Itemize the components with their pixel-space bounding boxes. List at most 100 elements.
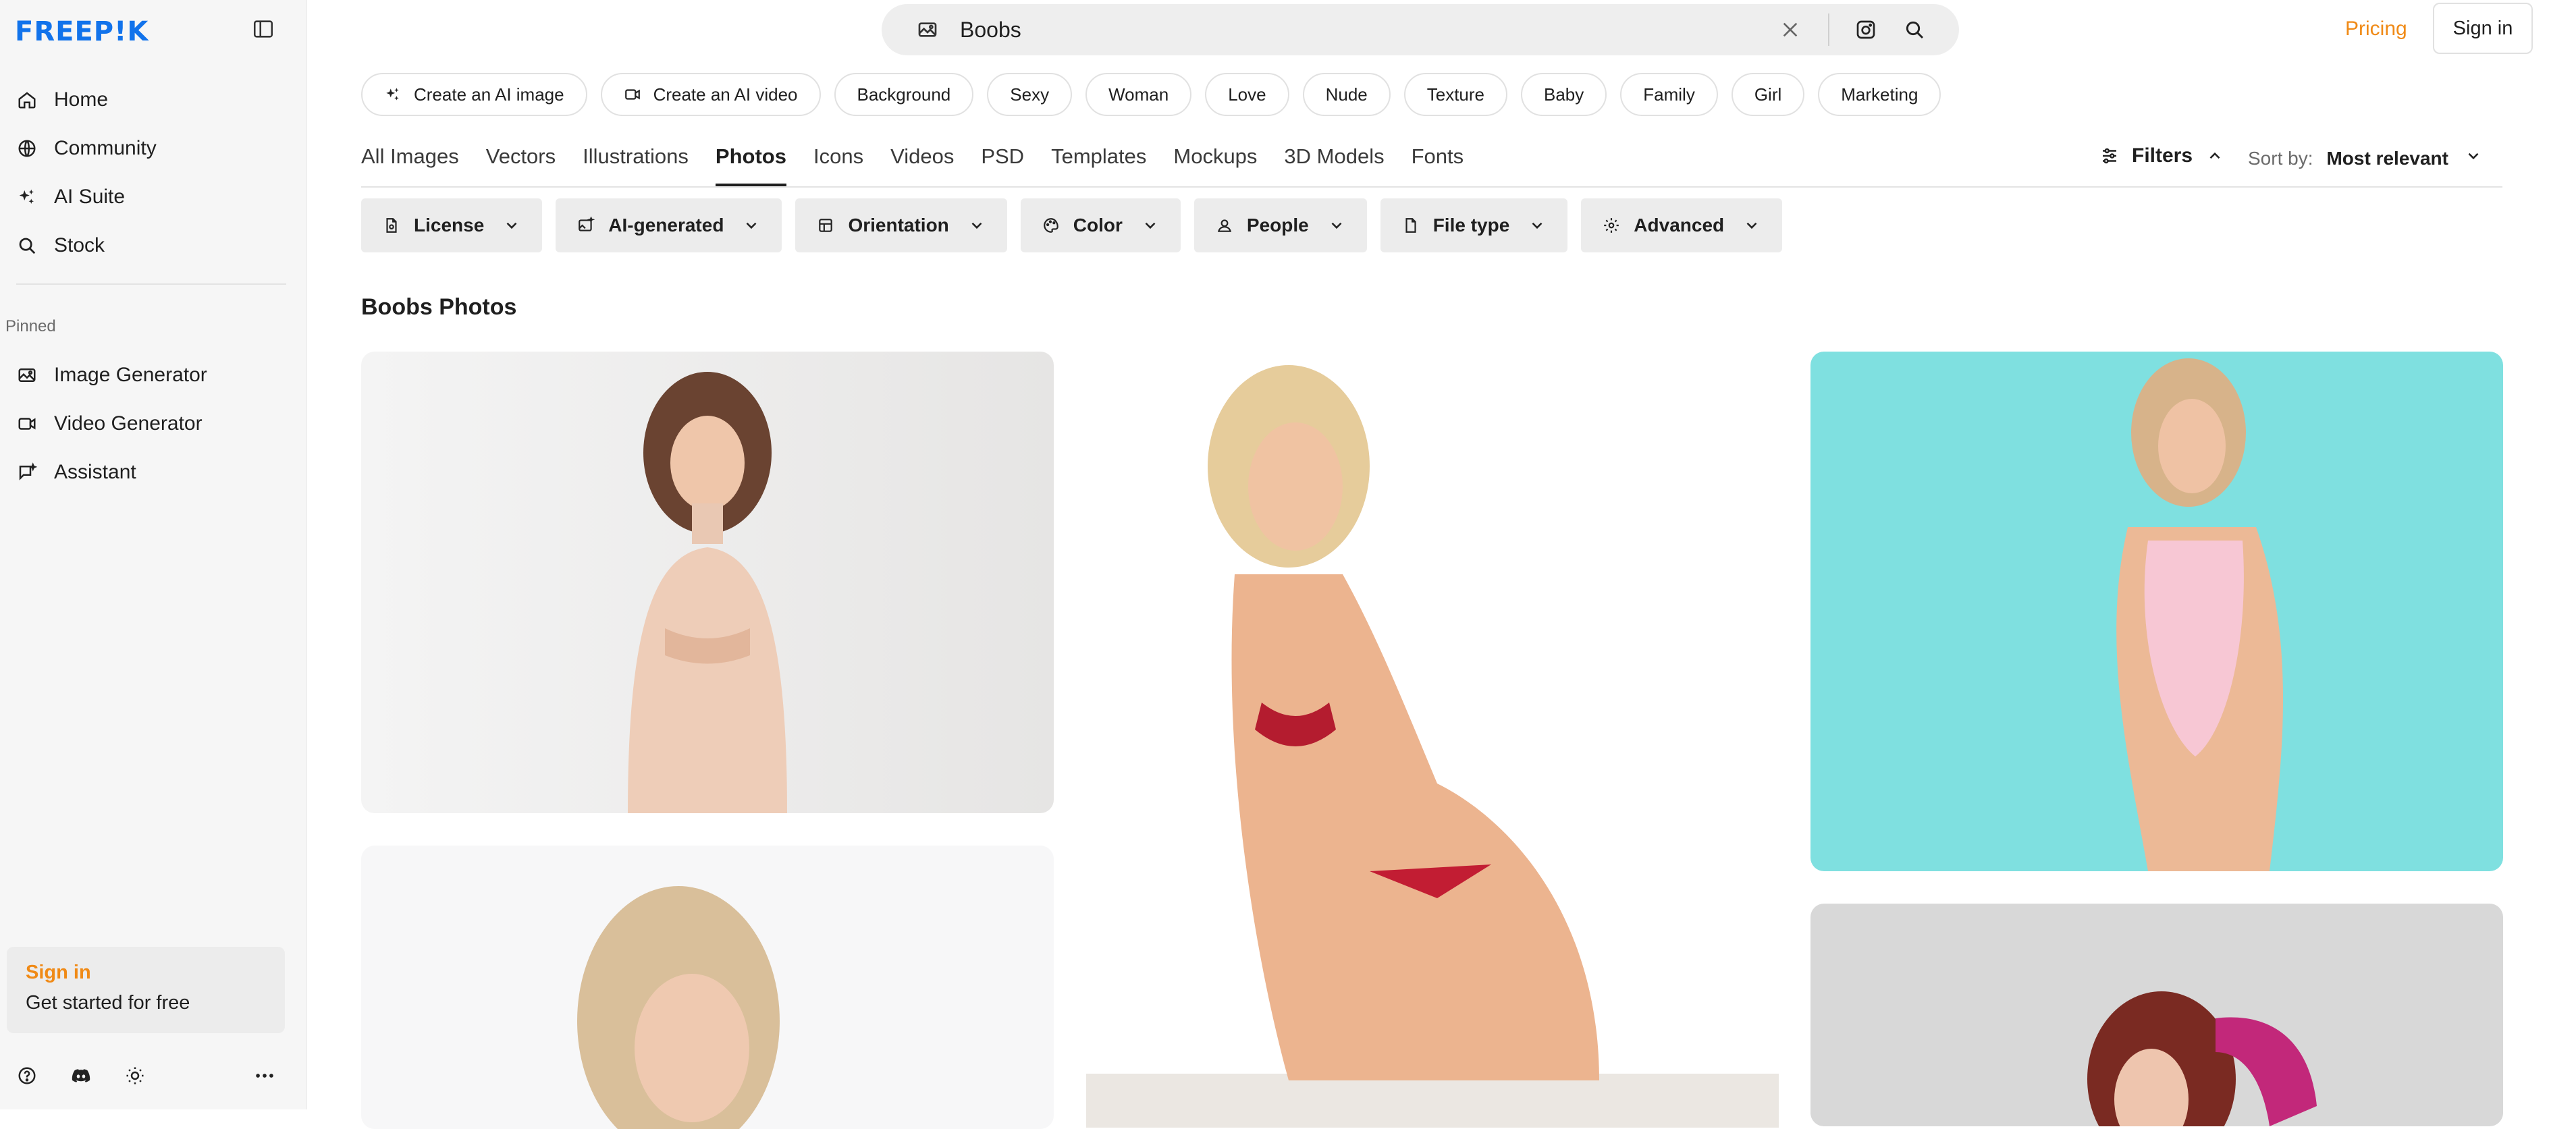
tab-videos[interactable]: Videos (890, 144, 954, 185)
photo-thumbnail (361, 352, 1054, 813)
chevron-down-icon (1528, 217, 1546, 234)
sidebar-item-label: AI Suite (54, 186, 126, 208)
filter-label: License (414, 215, 485, 236)
sidebar-footer (15, 1064, 273, 1088)
tab-photos[interactable]: Photos (715, 144, 787, 186)
sidebar-item-label: Home (54, 88, 109, 111)
filter-orientation[interactable]: Orientation (795, 198, 1007, 252)
sidebar-signin-card[interactable]: Sign in Get started for free (7, 947, 285, 1033)
chevron-down-icon (1142, 217, 1159, 234)
sidebar-toggle-icon[interactable] (252, 18, 275, 40)
sidebar: FREEP!K Home Community AI Suite Stock Pi… (0, 0, 307, 1109)
chip-woman[interactable]: Woman (1085, 73, 1192, 116)
sidebar-item-video-generator[interactable]: Video Generator (0, 400, 307, 448)
filter-color[interactable]: Color (1020, 198, 1181, 252)
sliders-icon (2099, 146, 2120, 166)
globe-icon (16, 138, 38, 159)
search-input[interactable] (959, 16, 1634, 43)
sparkle-icon (16, 186, 38, 208)
help-icon[interactable] (15, 1064, 39, 1088)
sidebar-item-label: Assistant (54, 461, 136, 483)
tab-all-images[interactable]: All Images (361, 144, 459, 185)
pinned-list: Image Generator Video Generator Assistan… (0, 351, 307, 497)
filters-label: Filters (2132, 144, 2193, 167)
sort-label: Sort by: (2248, 147, 2313, 169)
photo-card[interactable] (1086, 352, 1779, 1128)
sidebar-signin-subtitle: Get started for free (26, 992, 190, 1014)
tab-mockups[interactable]: Mockups (1173, 144, 1257, 185)
filter-label: File type (1432, 215, 1510, 236)
chip-create-ai-image[interactable]: Create an AI image (361, 73, 587, 116)
freepik-logo[interactable]: FREEP!K (15, 16, 149, 47)
clear-search-icon[interactable] (1779, 19, 1801, 44)
tab-fonts[interactable]: Fonts (1412, 144, 1464, 185)
theme-sun-icon[interactable] (123, 1064, 147, 1088)
photo-card[interactable] (1810, 904, 2503, 1126)
filter-label: Orientation (848, 215, 949, 236)
chevron-down-icon (743, 217, 760, 234)
filter-dropdowns: License AI-generated Orientation Color P… (361, 198, 1783, 252)
sidebar-item-stock[interactable]: Stock (0, 221, 307, 270)
more-options-icon[interactable] (252, 1064, 277, 1088)
filter-advanced[interactable]: Advanced (1581, 198, 1783, 252)
chip-baby[interactable]: Baby (1521, 73, 1607, 116)
chevron-up-icon (2206, 147, 2224, 165)
sidebar-item-ai-suite[interactable]: AI Suite (0, 173, 307, 221)
image-type-icon[interactable] (917, 19, 938, 44)
gear-icon (1603, 217, 1620, 234)
chip-texture[interactable]: Texture (1403, 73, 1507, 116)
camera-search-icon[interactable] (1855, 19, 1877, 44)
sidebar-item-community[interactable]: Community (0, 124, 307, 173)
sidebar-item-image-generator[interactable]: Image Generator (0, 351, 307, 400)
sidebar-item-label: Stock (54, 234, 105, 256)
chevron-down-icon (1328, 217, 1345, 234)
sidebar-item-label: Video Generator (54, 412, 203, 435)
tab-illustrations[interactable]: Illustrations (583, 144, 689, 185)
people-icon (1216, 217, 1233, 234)
chip-marketing[interactable]: Marketing (1818, 73, 1941, 116)
tab-3d-models[interactable]: 3D Models (1284, 144, 1384, 185)
pricing-link[interactable]: Pricing (2345, 18, 2407, 40)
search-bar[interactable] (882, 4, 1959, 55)
photo-thumbnail (1086, 352, 1779, 1128)
chevron-down-icon (1743, 217, 1761, 234)
pinned-heading: Pinned (5, 317, 56, 335)
search-icon (16, 235, 38, 256)
search-submit-icon[interactable] (1904, 19, 1925, 44)
license-icon (383, 217, 400, 234)
sidebar-item-label: Image Generator (54, 364, 207, 386)
sidebar-item-assistant[interactable]: Assistant (0, 448, 307, 497)
chip-love[interactable]: Love (1205, 73, 1289, 116)
photo-card[interactable] (361, 352, 1054, 813)
filter-people[interactable]: People (1193, 198, 1367, 252)
filter-ai-generated[interactable]: AI-generated (556, 198, 782, 252)
chip-girl[interactable]: Girl (1731, 73, 1805, 116)
sidebar-signin-link[interactable]: Sign in (26, 962, 266, 984)
asset-type-tabs: All Images Vectors Illustrations Photos … (361, 144, 1464, 186)
chip-family[interactable]: Family (1620, 73, 1718, 116)
chevron-down-icon (2465, 147, 2482, 169)
filter-label: Advanced (1634, 215, 1725, 236)
tab-templates[interactable]: Templates (1051, 144, 1146, 185)
tab-psd[interactable]: PSD (981, 144, 1024, 185)
header-signin-button[interactable]: Sign in (2433, 3, 2533, 54)
filters-toggle-button[interactable]: Filters (2099, 144, 2224, 167)
file-icon (1402, 217, 1420, 234)
chip-create-ai-video[interactable]: Create an AI video (600, 73, 821, 116)
tabs-underline (361, 186, 2502, 188)
chip-sexy[interactable]: Sexy (987, 73, 1073, 116)
chip-nude[interactable]: Nude (1302, 73, 1391, 116)
chevron-down-icon (503, 217, 520, 234)
filter-file-type[interactable]: File type (1380, 198, 1568, 252)
palette-icon (1042, 217, 1060, 234)
tab-vectors[interactable]: Vectors (486, 144, 556, 185)
filter-license[interactable]: License (361, 198, 543, 252)
tab-icons[interactable]: Icons (813, 144, 863, 185)
sidebar-item-home[interactable]: Home (0, 76, 307, 124)
chip-background[interactable]: Background (834, 73, 974, 116)
sidebar-nav: Home Community AI Suite Stock (0, 76, 307, 270)
photo-card[interactable] (361, 846, 1054, 1129)
discord-icon[interactable] (69, 1064, 93, 1088)
sort-dropdown[interactable]: Sort by: Most relevant (2248, 147, 2482, 169)
photo-card[interactable] (1810, 352, 2503, 871)
